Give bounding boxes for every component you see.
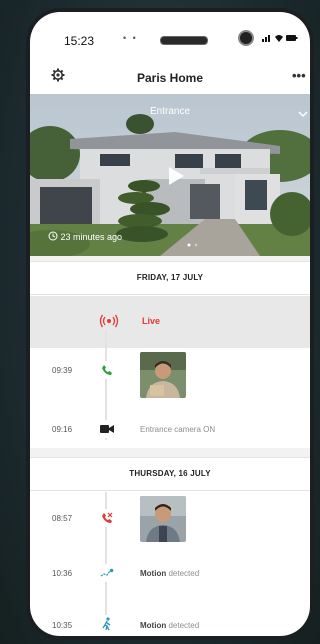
status-bar: 15:23 • • bbox=[30, 12, 310, 56]
event-text: Entrance camera ON bbox=[140, 425, 216, 434]
timeline-event[interactable]: 09:16 Entrance camera ON bbox=[30, 409, 310, 449]
event-text: Motion detected bbox=[140, 621, 199, 630]
phone-missed-icon bbox=[98, 509, 116, 527]
day-label: FRIDAY, 17 JULY bbox=[136, 273, 204, 282]
timeline-event[interactable]: 10:35 Motion detected bbox=[30, 605, 310, 636]
live-label: Live bbox=[142, 316, 161, 326]
play-icon[interactable] bbox=[167, 166, 185, 191]
motion-icon bbox=[98, 564, 116, 582]
event-time: 10:36 bbox=[52, 569, 73, 578]
event-time: 08:57 bbox=[52, 514, 73, 523]
last-update: 23 minutes ago bbox=[48, 231, 122, 242]
event-detail: detected bbox=[168, 569, 200, 578]
event-detail: detected bbox=[168, 621, 200, 630]
timeline-event[interactable]: 10:36 Motion detected bbox=[30, 553, 310, 593]
camera-name: Entrance bbox=[149, 106, 191, 117]
visitor-snapshot[interactable] bbox=[140, 352, 186, 398]
carousel-dots[interactable] bbox=[187, 234, 199, 252]
more-options-icon[interactable]: ••• bbox=[292, 68, 306, 83]
app-screen: 15:23 • • Paris Home ••• Entrance 23 min… bbox=[30, 12, 310, 636]
speaker-grille bbox=[160, 36, 208, 45]
event-time: 10:35 bbox=[52, 621, 73, 630]
event-time: 09:16 bbox=[52, 425, 73, 434]
phone-frame: 15:23 • • Paris Home ••• Entrance 23 min… bbox=[26, 8, 314, 640]
day-label: THURSDAY, 16 JULY bbox=[129, 469, 211, 478]
system-icons bbox=[262, 33, 298, 46]
person-walking-icon bbox=[98, 615, 116, 633]
sensor-dots: • • bbox=[123, 33, 138, 43]
signal-wifi-battery-icon bbox=[262, 35, 298, 42]
event-text: Motion detected bbox=[140, 569, 199, 578]
video-camera-icon bbox=[98, 420, 116, 438]
page-title: Paris Home bbox=[136, 71, 204, 85]
live-broadcast-icon bbox=[99, 314, 119, 333]
front-camera bbox=[238, 30, 254, 46]
day-header: FRIDAY, 17 JULY bbox=[30, 261, 310, 295]
event-strong: Motion bbox=[140, 621, 167, 630]
chevron-down-icon[interactable] bbox=[298, 104, 308, 122]
clock-icon bbox=[48, 231, 58, 241]
visitor-snapshot[interactable] bbox=[140, 496, 186, 542]
day-header: THURSDAY, 16 JULY bbox=[30, 457, 310, 491]
phone-answered-icon bbox=[98, 361, 116, 379]
live-row[interactable]: Live bbox=[30, 296, 310, 348]
time-ago: 23 minutes ago bbox=[60, 232, 123, 242]
event-strong: Motion bbox=[140, 569, 167, 578]
event-time: 09:39 bbox=[52, 366, 73, 375]
status-time: 15:23 bbox=[64, 34, 95, 48]
app-header: Paris Home ••• bbox=[30, 64, 310, 90]
